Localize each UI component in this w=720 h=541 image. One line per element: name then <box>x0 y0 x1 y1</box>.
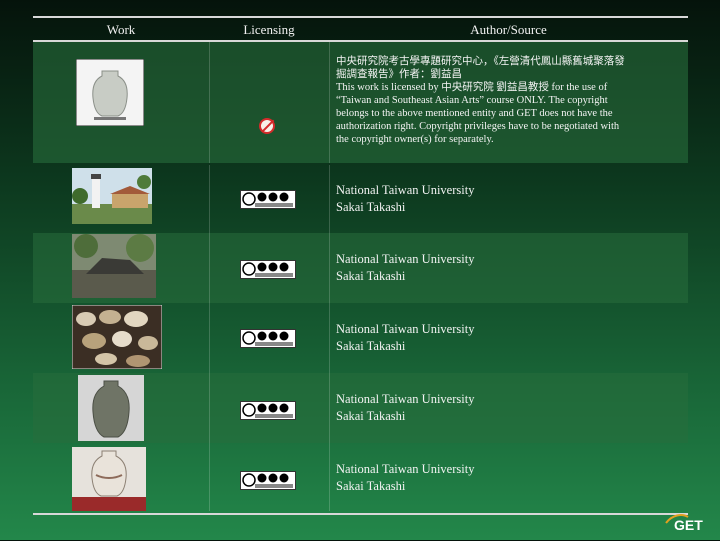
author-source-text: 中央研究院考古學專題研究中心，《左營清代鳳山縣舊城聚落發 掘調查報告》作者：劉益… <box>336 56 625 145</box>
jar-photo-icon <box>76 59 144 126</box>
no-commercial-icon <box>259 118 275 134</box>
table-row: National Taiwan University Sakai Takashi <box>33 443 688 511</box>
header-work: Work <box>106 22 136 37</box>
lighthouse-photo-icon <box>72 168 152 224</box>
table-row: National Taiwan University Sakai Takashi <box>33 165 688 233</box>
cc-by-nd-sa-icon <box>240 190 296 209</box>
author-source-text: National Taiwan University Sakai Takashi <box>336 252 475 283</box>
table-header: Work Licensing Author/Source <box>33 18 688 42</box>
table-row: 中央研究院考古學專題研究中心，《左營清代鳳山縣舊城聚落發 掘調查報告》作者：劉益… <box>33 42 688 163</box>
table-row: National Taiwan University Sakai Takashi <box>33 303 688 373</box>
author-source-text: National Taiwan University Sakai Takashi <box>336 322 475 353</box>
attribution-table: Work Licensing Author/Source 中央研究院考古學專題研… <box>33 16 688 515</box>
author-source-text: National Taiwan University Sakai Takashi <box>336 462 475 493</box>
author-source-text: National Taiwan University Sakai Takashi <box>336 183 475 214</box>
ruins-photo-icon <box>72 234 156 298</box>
vase-photo-icon <box>78 375 144 441</box>
cc-by-nd-sa-icon <box>240 260 296 279</box>
author-source-text: National Taiwan University Sakai Takashi <box>336 392 475 423</box>
shards-photo-icon <box>72 305 162 369</box>
table-row: National Taiwan University Sakai Takashi <box>33 373 688 443</box>
cc-by-nd-sa-icon <box>240 471 296 490</box>
get-logo: GET <box>664 510 716 536</box>
header-author-source: Author/Source <box>470 22 547 37</box>
cc-by-nd-sa-icon <box>240 401 296 420</box>
vase-white-photo-icon <box>72 447 146 511</box>
header-licensing: Licensing <box>243 22 295 37</box>
svg-text:GET: GET <box>674 517 703 533</box>
table-row: National Taiwan University Sakai Takashi <box>33 233 688 303</box>
cc-by-nd-sa-icon <box>240 329 296 348</box>
